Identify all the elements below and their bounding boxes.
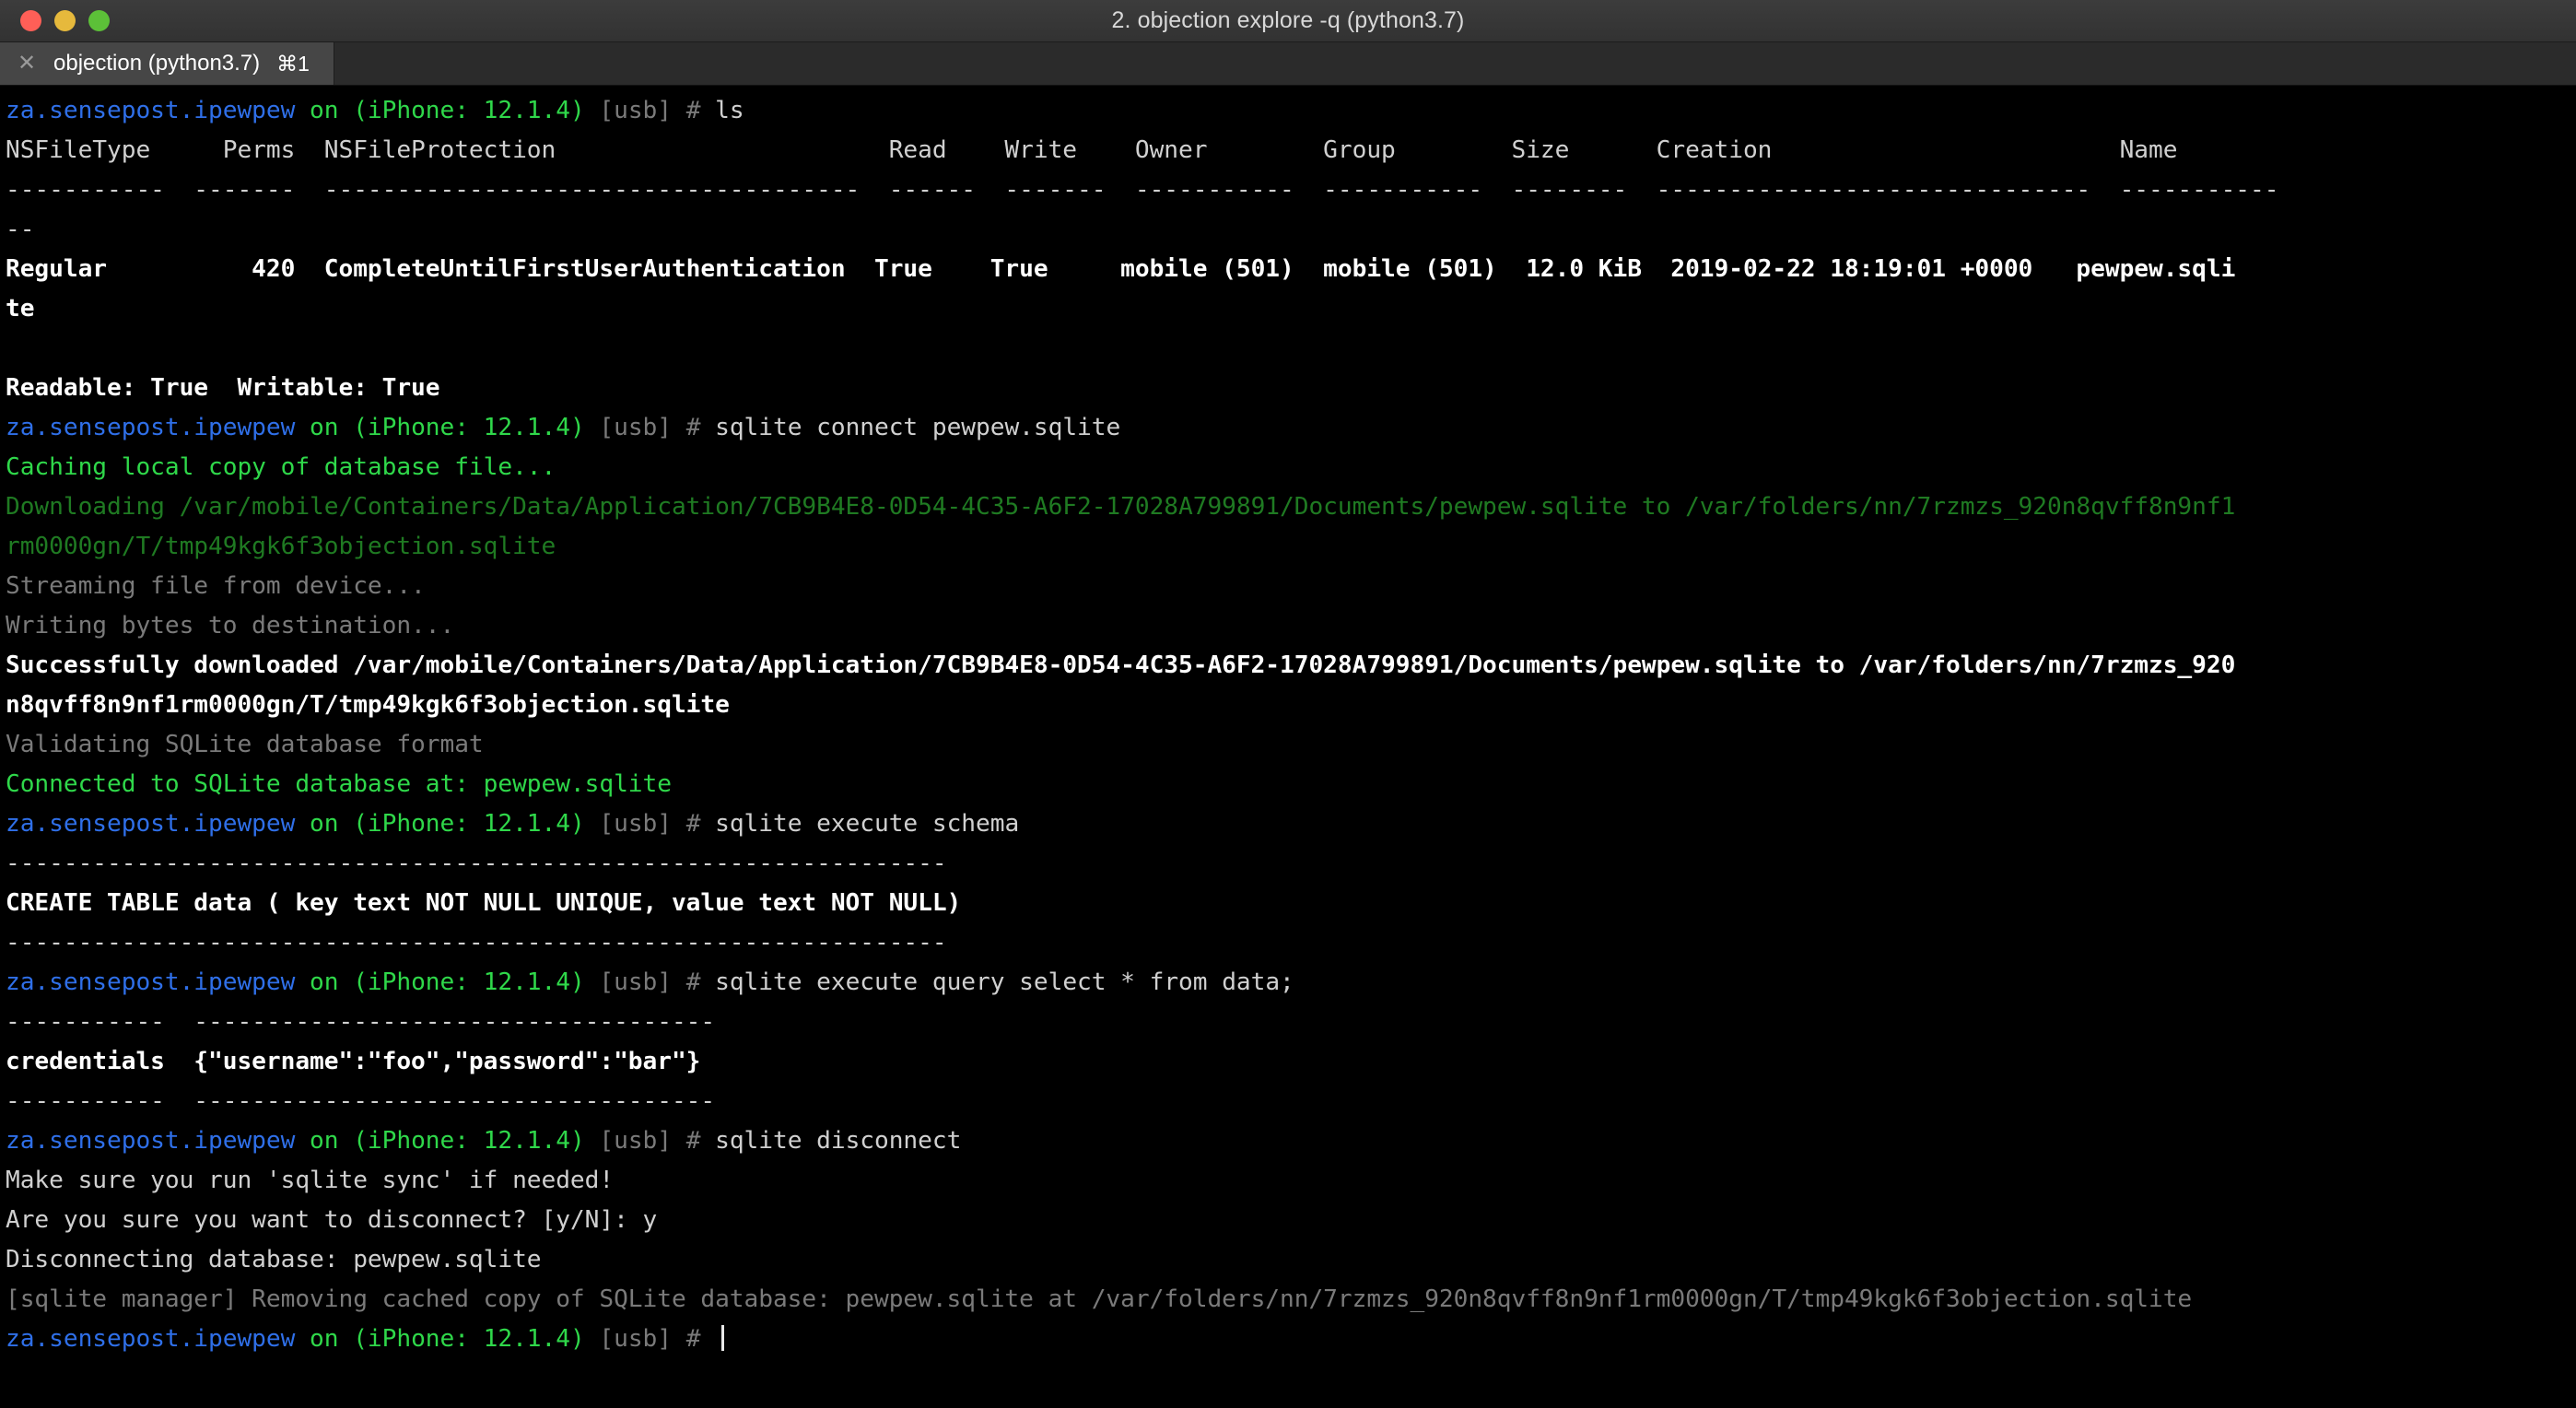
output-disconnect-confirm: Are you sure you want to disconnect? [y/…	[6, 1201, 2576, 1240]
output-validating: Validating SQLite database format	[6, 725, 2576, 765]
prompt-device: (iPhone: 12.1.4)	[353, 810, 584, 838]
prompt-line-ls: za.sensepost.ipewpew on (iPhone: 12.1.4)…	[6, 91, 2576, 131]
output-sync-warning: Make sure you run 'sqlite sync' if neede…	[6, 1161, 2576, 1201]
prompt-device: (iPhone: 12.1.4)	[353, 97, 584, 124]
prompt-sigil: #	[686, 414, 715, 441]
ls-table-row-wrap: te	[6, 289, 2576, 329]
terminal-window: 2. objection explore -q (python3.7) ✕ ob…	[0, 0, 2576, 1408]
prompt-app: za.sensepost.ipewpew	[6, 1127, 295, 1155]
command-ls: ls	[715, 97, 744, 124]
output-success-line2: n8qvff8n9nf1rm0000gn/T/tmp49kgk6f3object…	[6, 686, 2576, 725]
schema-rule-bottom: ----------------------------------------…	[6, 923, 2576, 963]
text-cursor	[721, 1325, 724, 1351]
output-streaming: Streaming file from device...	[6, 567, 2576, 606]
output-connected: Connected to SQLite database at: pewpew.…	[6, 765, 2576, 804]
prompt-line-schema: za.sensepost.ipewpew on (iPhone: 12.1.4)…	[6, 804, 2576, 844]
close-icon[interactable]: ✕	[17, 53, 37, 75]
prompt-device: (iPhone: 12.1.4)	[353, 414, 584, 441]
prompt-sigil: #	[686, 1127, 715, 1155]
window-title: 2. objection explore -q (python3.7)	[0, 0, 2576, 41]
tab-shortcut-label: ⌘1	[276, 52, 310, 76]
schema-create-table: CREATE TABLE data ( key text NOT NULL UN…	[6, 884, 2576, 923]
ls-table-rule-top: ----------- ------- --------------------…	[6, 170, 2576, 210]
prompt-device: (iPhone: 12.1.4)	[353, 1325, 584, 1353]
prompt-app: za.sensepost.ipewpew	[6, 414, 295, 441]
prompt-on: on	[295, 97, 353, 124]
prompt-sigil: #	[686, 1325, 715, 1353]
ls-table-row: Regular 420 CompleteUntilFirstUserAuthen…	[6, 250, 2576, 289]
prompt-app: za.sensepost.ipewpew	[6, 97, 295, 124]
prompt-line-active[interactable]: za.sensepost.ipewpew on (iPhone: 12.1.4)…	[6, 1320, 2576, 1359]
output-caching: Caching local copy of database file...	[6, 448, 2576, 487]
prompt-transport: [usb]	[585, 810, 686, 838]
prompt-device: (iPhone: 12.1.4)	[353, 968, 584, 996]
prompt-transport: [usb]	[585, 968, 686, 996]
command-sqlite-query: sqlite execute query select * from data;	[715, 968, 1294, 996]
prompt-transport: [usb]	[585, 1325, 686, 1353]
terminal-output[interactable]: za.sensepost.ipewpew on (iPhone: 12.1.4)…	[0, 86, 2576, 1408]
prompt-on: on	[295, 810, 353, 838]
output-sqlite-manager: [sqlite manager] Removing cached copy of…	[6, 1280, 2576, 1320]
blank-line	[6, 329, 2576, 369]
prompt-app: za.sensepost.ipewpew	[6, 968, 295, 996]
schema-rule-top: ----------------------------------------…	[6, 844, 2576, 884]
output-downloading-line2: rm0000gn/T/tmp49kgk6f3objection.sqlite	[6, 527, 2576, 567]
prompt-on: on	[295, 414, 353, 441]
ls-table-rule-wrap: --	[6, 210, 2576, 250]
prompt-app: za.sensepost.ipewpew	[6, 1325, 295, 1353]
output-success-line1: Successfully downloaded /var/mobile/Cont…	[6, 646, 2576, 686]
query-result-row: credentials {"username":"foo","password"…	[6, 1042, 2576, 1082]
prompt-sigil: #	[686, 968, 715, 996]
prompt-transport: [usb]	[585, 1127, 686, 1155]
tab-label: objection (python3.7)	[53, 51, 260, 76]
prompt-line-connect: za.sensepost.ipewpew on (iPhone: 12.1.4)…	[6, 408, 2576, 448]
prompt-on: on	[295, 1127, 353, 1155]
prompt-line-query: za.sensepost.ipewpew on (iPhone: 12.1.4)…	[6, 963, 2576, 1003]
output-downloading-line1: Downloading /var/mobile/Containers/Data/…	[6, 487, 2576, 527]
prompt-app: za.sensepost.ipewpew	[6, 810, 295, 838]
command-sqlite-connect: sqlite connect pewpew.sqlite	[715, 414, 1120, 441]
prompt-sigil: #	[686, 97, 715, 124]
query-rule-top: ----------- ----------------------------…	[6, 1003, 2576, 1042]
prompt-line-disconnect: za.sensepost.ipewpew on (iPhone: 12.1.4)…	[6, 1121, 2576, 1161]
ls-readwrite-status: Readable: True Writable: True	[6, 369, 2576, 408]
prompt-sigil: #	[686, 810, 715, 838]
prompt-on: on	[295, 1325, 353, 1353]
command-sqlite-disconnect: sqlite disconnect	[715, 1127, 961, 1155]
prompt-transport: [usb]	[585, 414, 686, 441]
prompt-device: (iPhone: 12.1.4)	[353, 1127, 584, 1155]
ls-table-header: NSFileType Perms NSFileProtection Read W…	[6, 131, 2576, 170]
command-sqlite-schema: sqlite execute schema	[715, 810, 1019, 838]
query-rule-bottom: ----------- ----------------------------…	[6, 1082, 2576, 1121]
prompt-transport: [usb]	[585, 97, 686, 124]
window-titlebar: 2. objection explore -q (python3.7)	[0, 0, 2576, 42]
prompt-on: on	[295, 968, 353, 996]
tab-bar: ✕ objection (python3.7) ⌘1	[0, 42, 2576, 86]
output-writing: Writing bytes to destination...	[6, 606, 2576, 646]
tab-objection[interactable]: ✕ objection (python3.7) ⌘1	[0, 42, 334, 85]
output-disconnecting: Disconnecting database: pewpew.sqlite	[6, 1240, 2576, 1280]
